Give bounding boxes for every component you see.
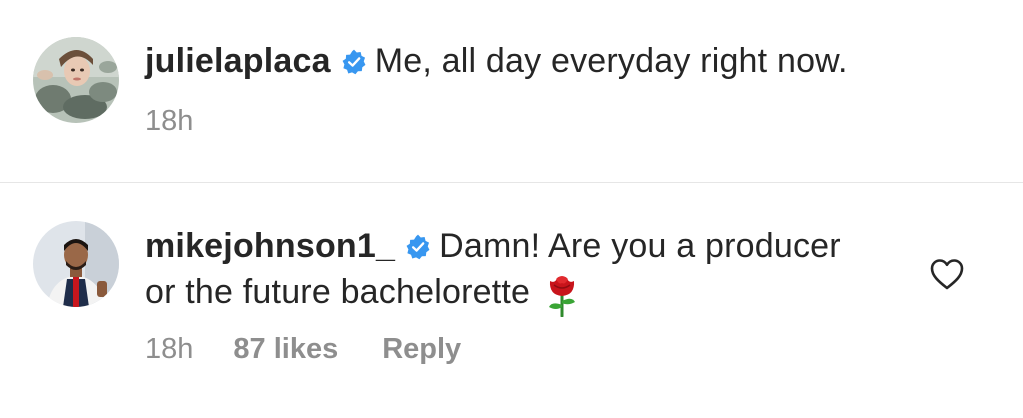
verified-badge-icon bbox=[342, 49, 366, 75]
heart-icon[interactable] bbox=[929, 257, 965, 291]
rose-emoji-icon bbox=[549, 276, 576, 317]
verified-badge-icon bbox=[406, 234, 430, 260]
avatar-image bbox=[33, 37, 119, 123]
comment-meta: 18h bbox=[145, 105, 193, 138]
likes-count[interactable]: 87 likes bbox=[233, 333, 338, 366]
comment-text-block: julielaplaca Me, all day everyday right n… bbox=[145, 38, 965, 84]
comment-username[interactable]: mikejohnson1_ bbox=[145, 227, 395, 265]
comment-username[interactable]: julielaplaca bbox=[145, 42, 331, 80]
avatar-image bbox=[33, 221, 119, 307]
comment-body: Me, all day everyday right now. bbox=[374, 42, 848, 80]
comment-time: 18h bbox=[145, 333, 194, 365]
avatar[interactable] bbox=[33, 37, 119, 123]
comment-meta: 18h 87 likes Reply bbox=[145, 333, 461, 366]
comment-item: mikejohnson1_ Damn! Are you a producer or… bbox=[0, 183, 1023, 418]
comments-list: julielaplaca Me, all day everyday right n… bbox=[0, 0, 1023, 418]
comment-item: julielaplaca Me, all day everyday right n… bbox=[0, 0, 1023, 182]
comment-text-block: mikejohnson1_ Damn! Are you a producer or… bbox=[145, 223, 845, 317]
reply-button[interactable]: Reply bbox=[382, 333, 461, 366]
comment-time: 18h bbox=[145, 105, 194, 137]
avatar[interactable] bbox=[33, 221, 119, 307]
